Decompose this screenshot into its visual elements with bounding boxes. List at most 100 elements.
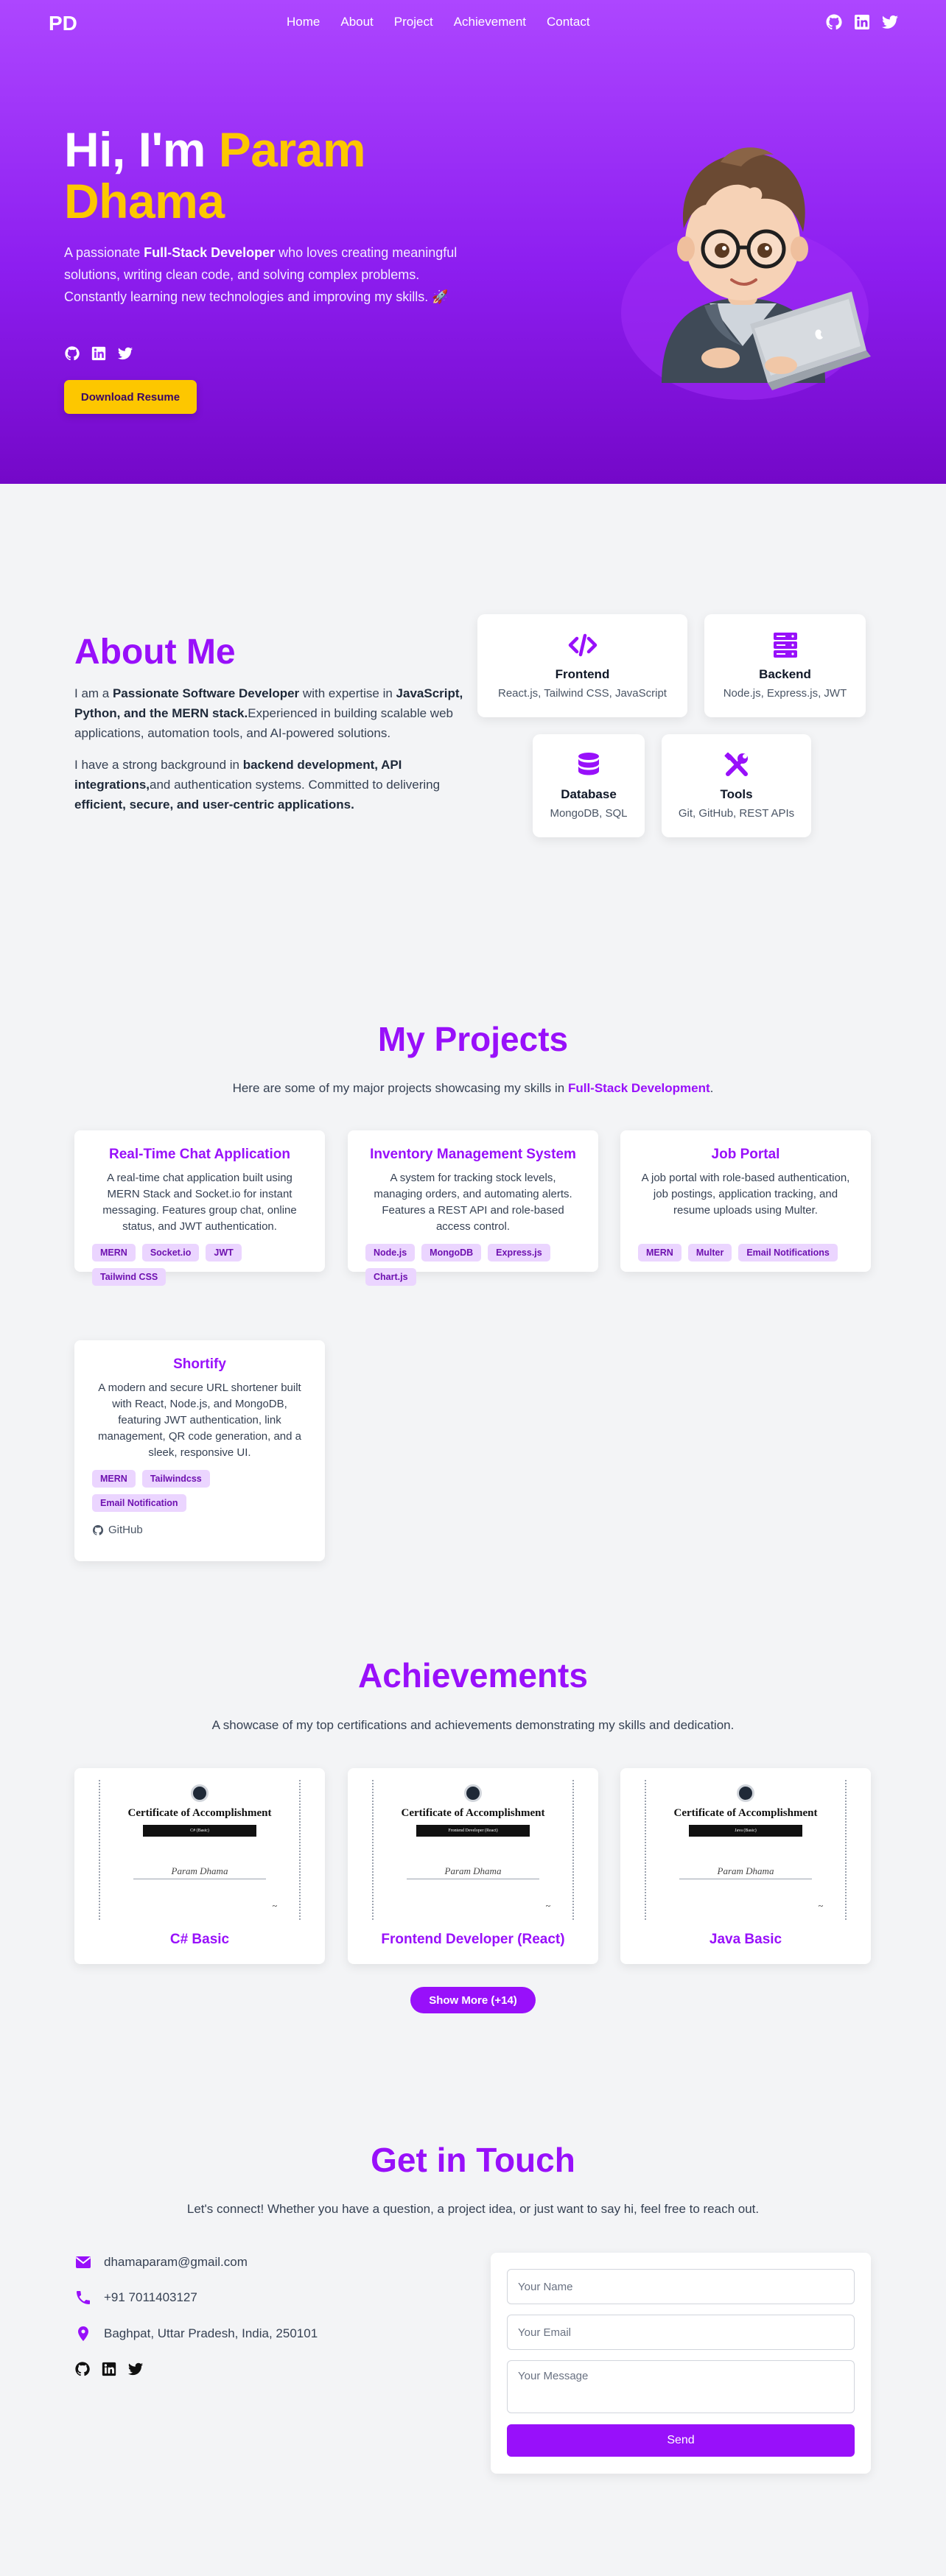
database-icon	[578, 753, 599, 775]
badge-icon	[737, 1784, 754, 1802]
contact-social-icons	[74, 2361, 144, 2377]
contact-phone-text[interactable]: +91 7011403127	[104, 2290, 197, 2305]
github-icon[interactable]	[74, 2361, 91, 2377]
projects-subtitle-text: Here are some of my major projects showc…	[232, 1081, 568, 1095]
nav-link-about[interactable]: About	[340, 15, 373, 29]
signature-image: ~	[818, 1901, 824, 1911]
github-icon[interactable]	[825, 13, 843, 31]
tech-tag: MERN	[638, 1244, 682, 1261]
hero-name-last: Dhama	[64, 174, 225, 228]
skill-name: Frontend	[555, 667, 610, 681]
developer-avatar	[610, 133, 880, 405]
site-logo[interactable]: PD	[49, 12, 77, 35]
certificate-border	[99, 1780, 100, 1920]
project-title[interactable]: Shortify	[92, 1356, 307, 1373]
certificate-ribbon: C# (Basic)	[143, 1825, 256, 1837]
send-button[interactable]: Send	[507, 2424, 855, 2457]
project-desc: A system for tracking stock levels, mana…	[374, 1172, 572, 1233]
contact-email-text[interactable]: dhamaparam@gmail.com	[104, 2255, 248, 2270]
certificate-ribbon: Java (Basic)	[689, 1825, 802, 1837]
badge-icon	[191, 1784, 209, 1802]
certificate-image[interactable]: Certificate of Accomplishment Java (Basi…	[639, 1780, 852, 1920]
certificate-recipient: Param Dhama	[444, 1865, 502, 1876]
skill-name: Backend	[759, 667, 811, 681]
show-more-button[interactable]: Show More (+14)	[410, 1987, 536, 2013]
skill-card-backend: Backend Node.js, Express.js, JWT	[704, 614, 866, 717]
skill-card-database: Database MongoDB, SQL	[533, 734, 645, 837]
tech-tag: Email Notifications	[738, 1244, 838, 1261]
twitter-icon[interactable]	[127, 2361, 144, 2377]
hero-title: Hi, I'm Param Dhama	[64, 124, 477, 227]
certificate-border	[372, 1780, 374, 1920]
about-paragraph-2: I have a strong background in backend de…	[74, 755, 476, 814]
about-p1-text: with expertise in	[299, 686, 396, 700]
nav-link-contact[interactable]: Contact	[547, 15, 590, 29]
project-title[interactable]: Real-Time Chat Application	[92, 1147, 307, 1163]
contact-email: dhamaparam@gmail.com	[74, 2253, 248, 2271]
github-link[interactable]: GitHub	[92, 1524, 307, 1536]
nav-link-project[interactable]: Project	[394, 15, 433, 29]
certificate-image[interactable]: Certificate of Accomplishment C# (Basic)…	[93, 1780, 306, 1920]
project-title[interactable]: Job Portal	[638, 1147, 853, 1163]
about-p1-bold: Passionate Software Developer	[112, 686, 300, 700]
github-link-label[interactable]: GitHub	[108, 1524, 143, 1536]
linkedin-icon[interactable]	[101, 2361, 117, 2377]
project-title[interactable]: Inventory Management System	[365, 1147, 581, 1163]
certificate-border	[299, 1780, 301, 1920]
message-input[interactable]	[507, 2360, 855, 2413]
achievements-title: Achievements	[358, 1656, 588, 1695]
nav-link-achievement[interactable]: Achievement	[454, 15, 526, 29]
skill-desc: React.js, Tailwind CSS, JavaScript	[498, 687, 667, 700]
achievements-subtitle: A showcase of my top certifications and …	[211, 1718, 735, 1732]
tech-tag: MongoDB	[421, 1244, 482, 1261]
certificate-card[interactable]: Certificate of Accomplishment C# (Basic)…	[74, 1768, 325, 1964]
tech-tag: Multer	[687, 1244, 732, 1261]
twitter-icon[interactable]	[117, 345, 133, 362]
contact-title: Get in Touch	[371, 2141, 575, 2179]
download-resume-button[interactable]: Download Resume	[64, 380, 197, 414]
envelope-icon	[75, 2256, 91, 2268]
tech-tag: MERN	[92, 1244, 136, 1261]
project-desc: A real-time chat application built using…	[102, 1172, 297, 1233]
certificate-card[interactable]: Certificate of Accomplishment Frontend D…	[348, 1768, 598, 1964]
hero-desc-prefix: A passionate	[64, 245, 144, 260]
project-card[interactable]: Inventory Management System A system for…	[348, 1130, 598, 1286]
tech-tag: MERN	[92, 1470, 136, 1488]
code-icon	[568, 633, 597, 657]
project-tags: Node.js MongoDB Express.js Chart.js	[365, 1244, 581, 1286]
twitter-icon[interactable]	[881, 13, 899, 31]
top-nav: PD Home About Project Achievement Contac…	[0, 0, 946, 46]
certificate-card[interactable]: Certificate of Accomplishment Java (Basi…	[620, 1768, 871, 1964]
github-icon	[93, 1524, 104, 1535]
name-input[interactable]	[507, 2269, 855, 2304]
about-title: About Me	[74, 633, 236, 672]
certificate-recipient: Param Dhama	[171, 1865, 228, 1876]
tech-tag: JWT	[206, 1244, 242, 1261]
project-card[interactable]: Real-Time Chat Application A real-time c…	[74, 1130, 325, 1286]
certificate-title: Java Basic	[709, 1932, 782, 1947]
hero-social-icons	[64, 345, 133, 362]
nav-links: Home About Project Achievement Contact	[287, 15, 590, 29]
project-desc: A job portal with role-based authenticat…	[641, 1172, 850, 1217]
nav-link-home[interactable]: Home	[287, 15, 320, 29]
email-input[interactable]	[507, 2315, 855, 2350]
badge-icon	[464, 1784, 482, 1802]
certificate-title: Frontend Developer (React)	[381, 1932, 565, 1947]
tech-tag: Tailwindcss	[141, 1470, 210, 1488]
linkedin-icon[interactable]	[853, 13, 871, 31]
github-icon[interactable]	[64, 345, 80, 362]
certificate-heading: Certificate of Accomplishment	[401, 1807, 545, 1819]
contact-form: Send	[491, 2253, 871, 2474]
contact-phone: +91 7011403127	[74, 2289, 197, 2306]
server-icon	[773, 633, 797, 658]
nav-social-icons	[825, 13, 899, 31]
project-card[interactable]: Shortify A modern and secure URL shorten…	[74, 1340, 325, 1561]
certificate-border	[645, 1780, 646, 1920]
linkedin-icon[interactable]	[91, 345, 107, 362]
tech-tag: Socket.io	[141, 1244, 200, 1261]
certificate-image[interactable]: Certificate of Accomplishment Frontend D…	[366, 1780, 580, 1920]
project-tags: MERN Tailwindcss Email Notification	[92, 1470, 307, 1512]
project-card[interactable]: Job Portal A job portal with role-based …	[620, 1130, 871, 1272]
projects-title: My Projects	[377, 1020, 569, 1058]
skill-desc: MongoDB, SQL	[550, 807, 628, 820]
